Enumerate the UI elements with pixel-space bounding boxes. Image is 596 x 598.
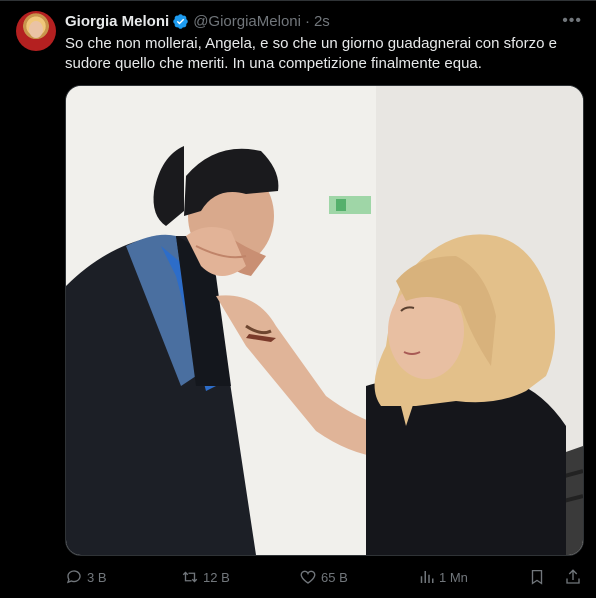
separator-dot: ·	[304, 12, 310, 30]
tweet-photo[interactable]	[65, 85, 584, 556]
author-handle[interactable]: @GiorgiaMeloni	[193, 13, 301, 30]
timestamp[interactable]: 2s	[314, 13, 330, 30]
reply-button[interactable]: 3 B	[65, 568, 181, 586]
tweet: Giorgia Meloni @GiorgiaMeloni · 2s ••• S…	[0, 0, 596, 598]
tweet-header: Giorgia Meloni @GiorgiaMeloni · 2s •••	[65, 11, 582, 31]
like-count: 65 B	[321, 569, 348, 585]
avatar[interactable]	[16, 11, 56, 51]
share-button[interactable]	[564, 568, 586, 586]
repost-count: 12 B	[203, 569, 230, 585]
repost-icon	[182, 571, 198, 583]
repost-button[interactable]: 12 B	[181, 568, 299, 586]
author-name[interactable]: Giorgia Meloni	[65, 13, 169, 30]
bookmark-button[interactable]	[528, 568, 550, 586]
views-button[interactable]: 1 Mn	[417, 568, 527, 586]
views-icon	[420, 571, 434, 583]
reply-count: 3 B	[87, 569, 107, 585]
views-count: 1 Mn	[439, 569, 468, 585]
verified-badge-icon	[172, 13, 189, 30]
reply-icon	[66, 570, 81, 584]
more-icon[interactable]: •••	[562, 12, 582, 30]
photo-illustration	[66, 86, 583, 555]
like-button[interactable]: 65 B	[299, 568, 417, 586]
like-icon	[300, 570, 316, 584]
action-bar: 3 B 12 B 65 B 1 Mn	[65, 566, 586, 588]
bookmark-icon	[531, 569, 543, 585]
tweet-text: So che non mollerai, Angela, e so che un…	[65, 35, 562, 72]
share-icon	[566, 569, 580, 584]
